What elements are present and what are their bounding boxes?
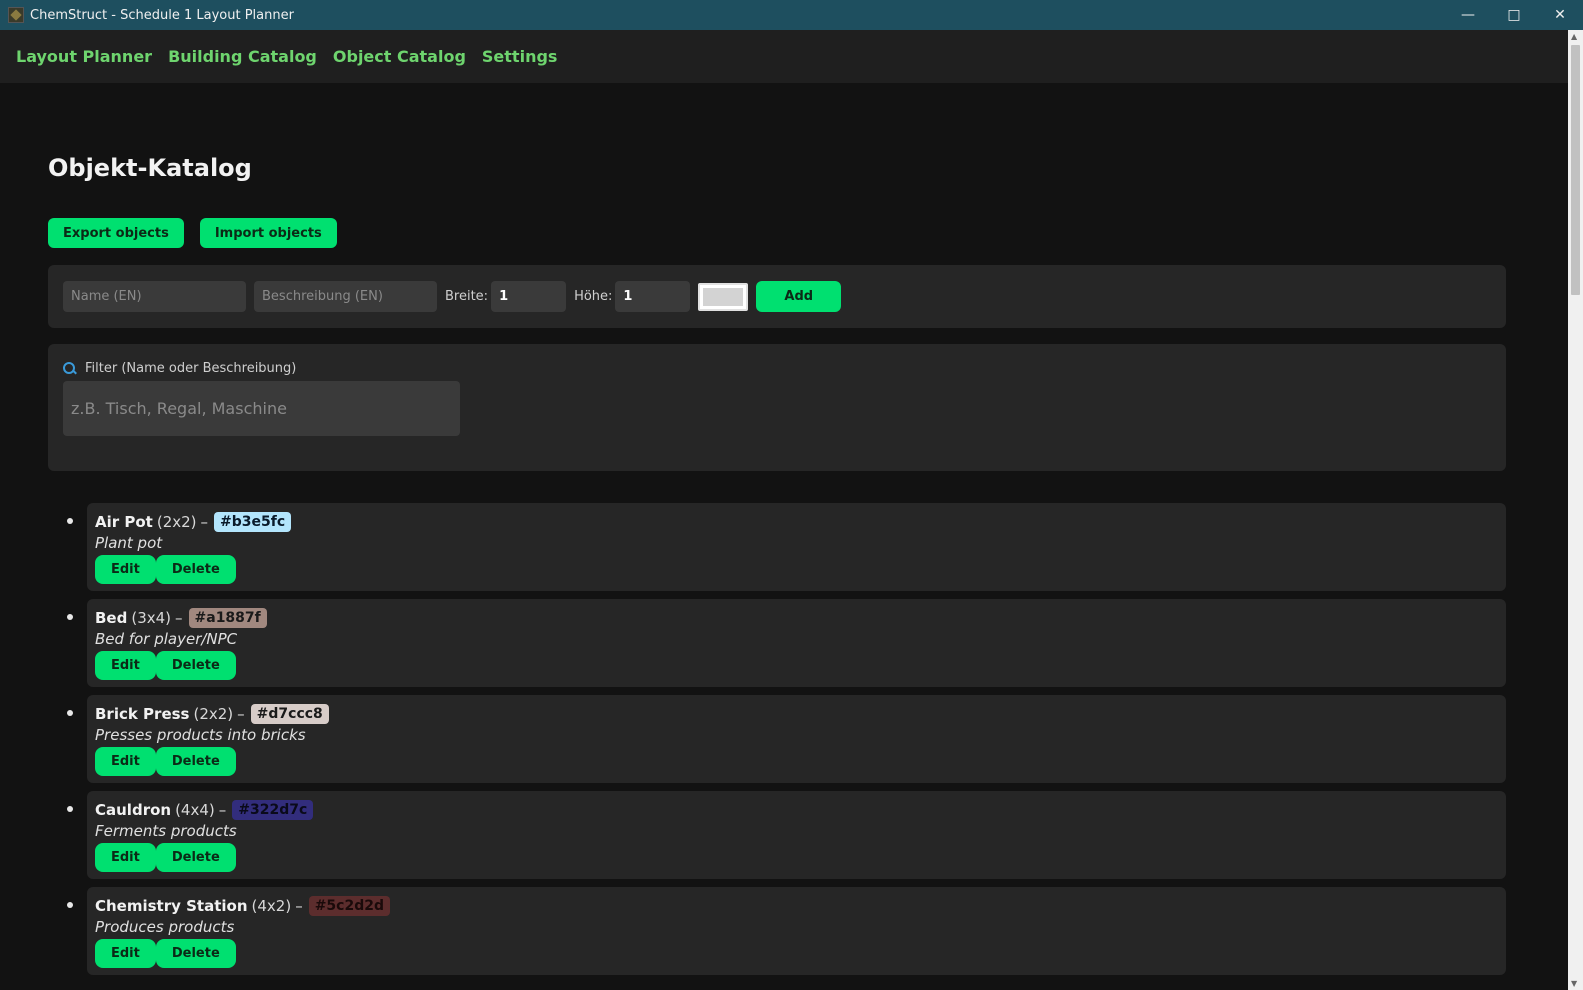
filter-input[interactable]	[63, 381, 460, 436]
name-input[interactable]	[63, 281, 246, 312]
delete-object-button[interactable]: Delete	[155, 939, 236, 968]
minimize-icon[interactable]: —	[1445, 0, 1491, 30]
object-separator: –	[175, 609, 183, 627]
object-header: Air Pot (2x2) – #b3e5fc	[95, 511, 1498, 533]
list-bullet	[67, 614, 73, 620]
object-list-item: Bed (3x4) – #a1887f Bed for player/NPC E…	[67, 599, 1506, 687]
object-name: Bed	[95, 609, 128, 627]
height-label: Höhe:	[574, 289, 613, 304]
object-header: Bed (3x4) – #a1887f	[95, 607, 1498, 629]
object-header: Brick Press (2x2) – #d7ccc8	[95, 703, 1498, 725]
filter-panel: Filter (Name oder Beschreibung)	[48, 344, 1506, 471]
object-actions: Edit Delete	[95, 843, 1498, 872]
scrollbar[interactable]: ▲ ▼	[1568, 30, 1583, 990]
filter-label: Filter (Name oder Beschreibung)	[85, 361, 297, 376]
object-description: Bed for player/NPC	[95, 630, 238, 648]
scroll-thumb[interactable]	[1571, 45, 1580, 295]
window-title: ChemStruct - Schedule 1 Layout Planner	[30, 7, 294, 23]
edit-object-button[interactable]: Edit	[95, 651, 156, 680]
delete-object-button[interactable]: Delete	[155, 555, 236, 584]
edit-object-button[interactable]: Edit	[95, 747, 156, 776]
object-color-badge: #b3e5fc	[214, 512, 292, 532]
list-bullet	[67, 518, 73, 524]
object-separator: –	[200, 513, 209, 531]
edit-object-button[interactable]: Edit	[95, 843, 156, 872]
object-name: Air Pot	[95, 513, 153, 531]
object-list-item: Chemistry Station (4x2) – #5c2d2d Produc…	[67, 887, 1506, 975]
search-icon	[63, 362, 76, 375]
object-actions: Edit Delete	[95, 939, 1498, 968]
nav-bar: Layout Planner Building Catalog Object C…	[0, 30, 1568, 83]
object-name: Chemistry Station	[95, 897, 248, 915]
object-size: (4x4)	[175, 801, 215, 819]
object-header: Chemistry Station (4x2) – #5c2d2d	[95, 895, 1498, 917]
delete-object-button[interactable]: Delete	[155, 747, 236, 776]
object-list-item: Brick Press (2x2) – #d7ccc8 Presses prod…	[67, 695, 1506, 783]
import-objects-button[interactable]: Import objects	[199, 218, 337, 248]
edit-object-button[interactable]: Edit	[95, 939, 156, 968]
color-picker[interactable]	[698, 282, 749, 311]
object-color-badge: #d7ccc8	[250, 704, 329, 724]
delete-object-button[interactable]: Delete	[155, 843, 236, 872]
edit-object-button[interactable]: Edit	[95, 555, 156, 584]
scroll-down-icon[interactable]: ▼	[1571, 979, 1577, 988]
add-object-button[interactable]: Add	[756, 281, 842, 312]
main-content: Objekt-Katalog Export objects Import obj…	[48, 83, 1506, 983]
object-description: Produces products	[95, 918, 235, 936]
filter-label-row: Filter (Name oder Beschreibung)	[63, 361, 1491, 376]
height-input[interactable]	[615, 281, 691, 312]
nav-settings[interactable]: Settings	[482, 47, 558, 66]
page-title: Objekt-Katalog	[48, 154, 252, 182]
delete-object-button[interactable]: Delete	[155, 651, 236, 680]
object-actions: Edit Delete	[95, 747, 1498, 776]
catalog-actions: Export objects Import objects	[48, 218, 1506, 248]
description-input[interactable]	[254, 281, 437, 312]
list-bullet	[67, 806, 73, 812]
object-list-item: Air Pot (2x2) – #b3e5fc Plant pot Edit D…	[67, 503, 1506, 591]
export-objects-button[interactable]: Export objects	[48, 218, 184, 248]
object-color-badge: #5c2d2d	[308, 896, 390, 916]
object-description: Presses products into bricks	[95, 726, 306, 744]
object-separator: –	[218, 801, 227, 819]
object-color-badge: #322d7c	[232, 800, 314, 820]
object-color-badge: #a1887f	[188, 608, 267, 628]
object-name: Brick Press	[95, 705, 190, 723]
title-bar: ChemStruct - Schedule 1 Layout Planner —…	[0, 0, 1583, 30]
object-actions: Edit Delete	[95, 651, 1498, 680]
maximize-icon[interactable]: □	[1491, 0, 1537, 30]
nav-object-catalog[interactable]: Object Catalog	[333, 47, 466, 66]
object-separator: –	[237, 705, 245, 723]
nav-layout-planner[interactable]: Layout Planner	[16, 47, 152, 66]
close-icon[interactable]: ✕	[1537, 0, 1583, 30]
window-controls: — □ ✕	[1445, 0, 1583, 30]
scroll-up-icon[interactable]: ▲	[1571, 32, 1577, 41]
add-object-form: Breite: Höhe: Add	[48, 265, 1506, 328]
object-separator: –	[295, 897, 303, 915]
object-size: (4x2)	[251, 897, 292, 915]
object-name: Cauldron	[95, 801, 172, 819]
width-label: Breite:	[445, 289, 489, 304]
object-header: Cauldron (4x4) – #322d7c	[95, 799, 1498, 821]
app-icon	[8, 7, 24, 23]
object-list: Air Pot (2x2) – #b3e5fc Plant pot Edit D…	[48, 503, 1506, 975]
list-bullet	[67, 902, 73, 908]
object-size: (2x2)	[193, 705, 234, 723]
object-size: (2x2)	[156, 513, 197, 531]
list-bullet	[67, 710, 73, 716]
object-list-item: Cauldron (4x4) – #322d7c Ferments produc…	[67, 791, 1506, 879]
object-description: Ferments products	[95, 822, 237, 840]
nav-building-catalog[interactable]: Building Catalog	[168, 47, 317, 66]
object-description: Plant pot	[95, 534, 163, 552]
object-size: (3x4)	[131, 609, 172, 627]
object-actions: Edit Delete	[95, 555, 1498, 584]
width-input[interactable]	[491, 281, 567, 312]
